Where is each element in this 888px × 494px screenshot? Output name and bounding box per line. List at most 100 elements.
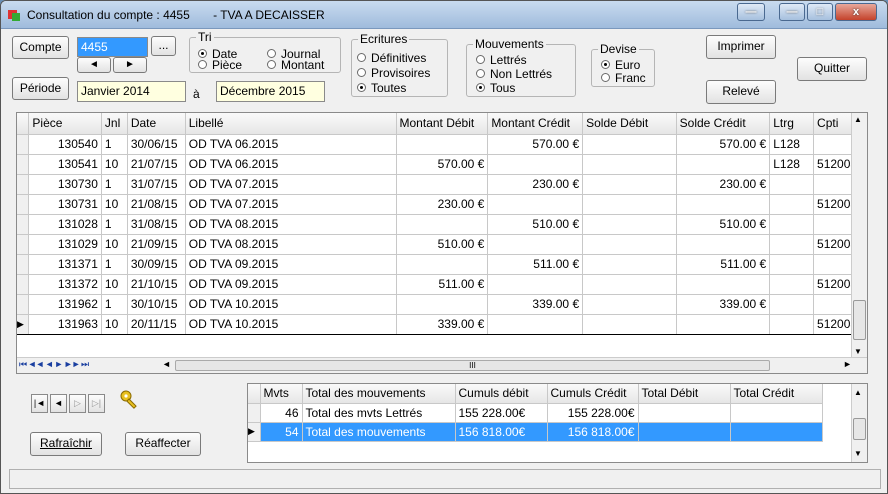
table-row[interactable]: 131372 10 21/10/15 OD TVA 09.2015 511.00 €51… (17, 274, 867, 295)
summary-header-2[interactable]: Cumuls débit (455, 384, 548, 404)
table-cell[interactable]: 339.00 € (676, 294, 771, 315)
record-navigator-icon[interactable]: ⏮ ◄◄ ◄ ► ►► ⏭ (19, 359, 89, 370)
table-cell[interactable]: 131028 (28, 214, 102, 235)
table-cell[interactable]: 1 (101, 294, 128, 315)
table-cell[interactable]: 1 (101, 174, 128, 195)
table-cell[interactable] (676, 274, 771, 295)
table-cell[interactable] (582, 274, 677, 295)
column-header-4[interactable]: Montant Débit (396, 113, 489, 135)
table-cell[interactable]: OD TVA 10.2015 (185, 313, 397, 335)
table-cell[interactable] (487, 194, 584, 215)
table-cell[interactable]: 511.00 € (487, 254, 584, 275)
table-cell[interactable]: L128 (769, 154, 815, 175)
column-header-2[interactable]: Date (127, 113, 186, 135)
summary-scroll-up-icon[interactable]: ▲ (854, 388, 862, 397)
devise-euro-radio[interactable]: Euro (601, 59, 640, 71)
summary-cell[interactable]: 155 228.00€ (547, 403, 639, 423)
table-cell[interactable]: 21/09/15 (127, 234, 186, 255)
mouvements-lettres-radio[interactable]: Lettrés (476, 54, 527, 66)
mouvements-tous-radio[interactable]: Tous (476, 82, 515, 94)
releve-button[interactable]: Relevé (706, 80, 776, 104)
table-cell[interactable] (582, 154, 677, 175)
table-row[interactable]: ▶ 131963 10 20/11/15 OD TVA 10.2015 339.00 €5… (17, 313, 867, 335)
table-cell[interactable]: 339.00 € (396, 313, 489, 335)
row-indicator[interactable]: ▶ (17, 313, 30, 335)
table-cell[interactable]: 10 (101, 274, 128, 295)
table-cell[interactable] (582, 134, 677, 155)
summary-cell[interactable]: 156 818.00€ (455, 422, 548, 442)
table-cell[interactable]: OD TVA 09.2015 (185, 254, 397, 275)
minimize-button[interactable]: — (737, 3, 765, 21)
table-cell[interactable]: 511.00 € (396, 274, 489, 295)
table-row[interactable]: 130731 10 21/08/15 OD TVA 07.2015 230.00 €51… (17, 194, 867, 215)
ecritures-definitives-radio[interactable]: Définitives (357, 52, 426, 64)
table-row[interactable]: 130541 10 21/07/15 OD TVA 06.2015 570.00 € L1… (17, 154, 867, 175)
table-cell[interactable]: 510.00 € (676, 214, 771, 235)
table-cell[interactable]: 511.00 € (676, 254, 771, 275)
grid-vertical-scrollbar[interactable]: ▲ ▼ (851, 113, 867, 358)
table-cell[interactable]: 230.00 € (676, 174, 771, 195)
table-cell[interactable]: 130730 (28, 174, 102, 195)
table-cell[interactable]: 30/10/15 (127, 294, 186, 315)
table-cell[interactable]: 230.00 € (396, 194, 489, 215)
summary-header-3[interactable]: Cumuls Crédit (547, 384, 639, 404)
table-cell[interactable]: 30/09/15 (127, 254, 186, 275)
summary-cell[interactable]: 156 818.00€ (547, 422, 639, 442)
table-cell[interactable] (582, 174, 677, 195)
table-cell[interactable] (396, 174, 489, 195)
table-row[interactable]: 131371 1 30/09/15 OD TVA 09.2015 511.00 € 511… (17, 254, 867, 275)
maximize-button[interactable]: □ (807, 3, 833, 21)
summary-cell[interactable]: Total des mvts Lettrés (302, 403, 456, 423)
imprimer-button[interactable]: Imprimer (706, 35, 776, 59)
first-record-button[interactable]: |◄ (31, 394, 48, 413)
table-cell[interactable]: OD TVA 08.2015 (185, 214, 397, 235)
table-row[interactable]: 130540 1 30/06/15 OD TVA 06.2015 570.00 € 570… (17, 134, 867, 155)
reaffecter-button[interactable]: Réaffecter (125, 432, 201, 456)
table-cell[interactable] (769, 174, 815, 195)
table-cell[interactable] (769, 214, 815, 235)
summary-cell[interactable]: Total des mouvements (302, 422, 456, 442)
compte-button[interactable]: Compte (12, 36, 69, 59)
summary-scroll-thumb[interactable] (853, 418, 866, 440)
account-picker-button[interactable]: ... (151, 36, 176, 56)
table-cell[interactable] (769, 194, 815, 215)
table-cell[interactable]: 1 (101, 254, 128, 275)
summary-scrollbar[interactable]: ▲ ▼ (851, 384, 867, 462)
table-cell[interactable] (676, 194, 771, 215)
table-cell[interactable]: 31/07/15 (127, 174, 186, 195)
table-cell[interactable] (582, 194, 677, 215)
summary-row[interactable]: 46 Total des mvts Lettrés 155 228.00€ 155 2… (248, 403, 823, 423)
table-cell[interactable] (487, 154, 584, 175)
row-indicator[interactable] (17, 174, 30, 195)
hscroll-right-icon[interactable]: ► (843, 359, 852, 369)
table-row[interactable]: 130730 1 31/07/15 OD TVA 07.2015 230.00 € 230… (17, 174, 867, 195)
summary-header-1[interactable]: Total des mouvements (302, 384, 456, 404)
row-indicator[interactable] (17, 294, 30, 315)
table-cell[interactable] (769, 254, 815, 275)
table-cell[interactable]: 10 (101, 194, 128, 215)
periode-from-input[interactable]: Janvier 2014 (77, 81, 186, 102)
periode-button[interactable]: Période (12, 77, 69, 100)
table-cell[interactable]: 131371 (28, 254, 102, 275)
table-cell[interactable] (676, 313, 771, 335)
scroll-down-icon[interactable]: ▼ (854, 347, 862, 356)
table-cell[interactable] (582, 234, 677, 255)
table-cell[interactable] (487, 274, 584, 295)
table-row[interactable]: 131028 1 31/08/15 OD TVA 08.2015 510.00 € 510… (17, 214, 867, 235)
table-cell[interactable]: 1 (101, 134, 128, 155)
table-cell[interactable]: 1 (101, 214, 128, 235)
table-cell[interactable]: OD TVA 07.2015 (185, 174, 397, 195)
close-button[interactable]: x (835, 3, 877, 21)
row-indicator[interactable] (17, 214, 30, 235)
last-record-button[interactable]: ▷| (88, 394, 105, 413)
hscroll-left-icon[interactable]: ◄ (162, 359, 171, 369)
row-indicator[interactable] (17, 234, 30, 255)
table-cell[interactable]: OD TVA 09.2015 (185, 274, 397, 295)
table-cell[interactable] (582, 254, 677, 275)
table-row[interactable]: 131962 1 30/10/15 OD TVA 10.2015 339.00 € 339… (17, 294, 867, 315)
tri-piece-radio[interactable]: Pièce (198, 59, 242, 71)
mouvements-nonlettres-radio[interactable]: Non Lettrés (476, 68, 552, 80)
compte-input[interactable]: 4455 (77, 37, 148, 57)
summary-header-5[interactable]: Total Crédit (730, 384, 823, 404)
table-cell[interactable] (582, 214, 677, 235)
